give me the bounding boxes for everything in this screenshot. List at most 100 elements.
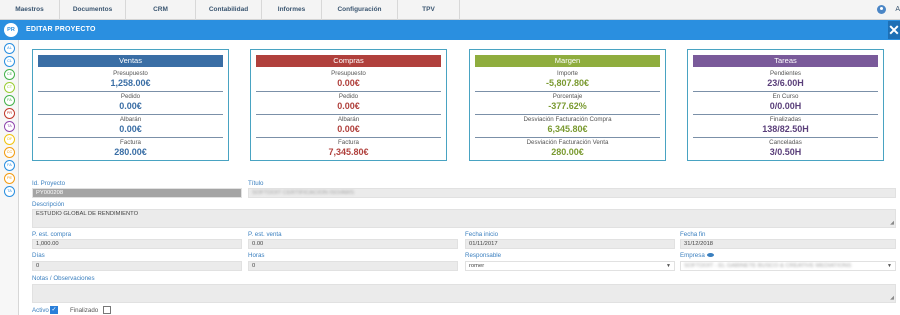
stat-value: 0/0.00H xyxy=(769,101,802,111)
card-stat: Desviación Facturación Compra 6,345.80€ xyxy=(475,115,660,138)
stat-value: 3/0.50H xyxy=(769,147,802,157)
card-stat: Factura 280.00€ xyxy=(38,138,223,161)
activo-checkbox[interactable]: ✓ xyxy=(50,306,58,314)
rail-shortcut-ta[interactable]: TA xyxy=(4,121,15,132)
notas-field[interactable]: ◢ xyxy=(32,284,896,303)
stat-label: Canceladas xyxy=(769,139,802,146)
p-venta-label: P. est. venta xyxy=(248,231,282,238)
card-stat: Pedido 0.00€ xyxy=(256,92,441,115)
card-title: Compras xyxy=(256,55,441,67)
p-compra-label: P. est. compra xyxy=(32,231,72,238)
left-shortcut-rail: AL CL CE CT FA PR TA OF CC FA PE TA xyxy=(0,40,19,315)
nav-item-informes[interactable]: Informes xyxy=(262,0,322,20)
card-stat: Desviación Facturación Venta 280.00€ xyxy=(475,138,660,161)
fecha-inicio-field[interactable]: 01/11/2017 xyxy=(465,239,675,249)
dias-field[interactable]: 0 xyxy=(32,261,242,271)
stat-value: -377.62% xyxy=(548,101,587,111)
stat-label: Albarán xyxy=(337,116,360,123)
p-compra-field[interactable]: 1,000.00 xyxy=(32,239,242,249)
stat-label: Pedido xyxy=(338,93,359,100)
rail-shortcut-fa[interactable]: FA xyxy=(4,160,15,171)
nav-item-documentos[interactable]: Documentos xyxy=(60,0,126,20)
horas-field[interactable]: 0 xyxy=(248,261,458,271)
rail-shortcut-al[interactable]: AL xyxy=(4,43,15,54)
finalizado-checkbox[interactable] xyxy=(103,306,111,314)
card-title: Ventas xyxy=(38,55,223,67)
stat-label: Presupuesto xyxy=(113,70,148,77)
stat-value: 0.00€ xyxy=(337,78,360,88)
horas-label: Horas xyxy=(248,252,265,259)
card-stat: Pendientes 23/6.00H xyxy=(693,69,878,92)
card-stat: Presupuesto 1,258.00€ xyxy=(38,69,223,92)
responsable-select[interactable]: romer ▼ xyxy=(465,261,675,271)
eye-icon[interactable] xyxy=(706,253,714,258)
module-badge: PR xyxy=(4,23,18,37)
id-field: PY000208 xyxy=(32,188,242,198)
chevron-down-icon: ▼ xyxy=(666,263,671,269)
stat-value: 138/82.50H xyxy=(762,124,809,134)
stat-label: Pedido xyxy=(120,93,141,100)
card-stat: Albarán 0.00€ xyxy=(256,115,441,138)
stat-label: Pendientes xyxy=(770,70,801,77)
edit-project-panel: Ventas Presupuesto 1,258.00€ Pedido 0.00€ Alb… xyxy=(19,40,900,315)
stat-value: 6,345.80€ xyxy=(547,124,588,134)
rail-shortcut-cl[interactable]: CL xyxy=(4,56,15,67)
stat-value: 280.00€ xyxy=(114,147,147,157)
window-title-bar: PR EDITAR PROYECTO ✕ xyxy=(0,20,900,40)
nav-extra-letter[interactable]: A xyxy=(895,6,900,13)
stat-label: Porcentaje xyxy=(552,93,583,100)
nav-item-configuración[interactable]: Configuración xyxy=(322,0,398,20)
description-field[interactable]: ESTUDIO GLOBAL DE RENDIMIENTO ◢ xyxy=(32,209,896,228)
rail-shortcut-ct[interactable]: CT xyxy=(4,82,15,93)
close-icon[interactable]: ✕ xyxy=(888,21,900,39)
stat-label: Importe xyxy=(557,70,578,77)
rail-shortcut-ce[interactable]: CE xyxy=(4,69,15,80)
card-title: Margen xyxy=(475,55,660,67)
stat-value: 7,345.80€ xyxy=(328,147,369,157)
rail-shortcut-fa[interactable]: FA xyxy=(4,95,15,106)
rail-shortcut-of[interactable]: OF xyxy=(4,134,15,145)
stat-label: Albarán xyxy=(119,116,142,123)
top-navigation: Maestros Documentos CRM Contabilidad Informe… xyxy=(0,0,900,20)
nav-item-crm[interactable]: CRM xyxy=(126,0,196,20)
title-field[interactable]: SOFTDOIT CERTIFICACION ISO/AWS xyxy=(248,188,896,198)
card-stat: Porcentaje -377.62% xyxy=(475,92,660,115)
stat-value: 0.00€ xyxy=(119,124,142,134)
rail-shortcut-cc[interactable]: CC xyxy=(4,147,15,158)
activo-label: Activo xyxy=(32,307,49,314)
summary-card-margen: Margen Importe -5,807.80€ Porcentaje -377.62… xyxy=(469,49,666,161)
stat-label: Desviación Facturación Compra xyxy=(523,116,612,123)
empresa-select[interactable]: SOFTDOIT - EL GABINETE BUSCO & CREATIVE … xyxy=(680,261,896,271)
title-label: Título xyxy=(248,180,264,187)
rail-shortcut-pe[interactable]: PE xyxy=(4,173,15,184)
stat-value: 0.00€ xyxy=(337,101,360,111)
chevron-down-icon: ▼ xyxy=(887,263,892,269)
finalizado-label: Finalizado xyxy=(70,307,99,314)
p-venta-field[interactable]: 0.00 xyxy=(248,239,458,249)
nav-item-contabilidad[interactable]: Contabilidad xyxy=(196,0,262,20)
stat-value: -5,807.80€ xyxy=(545,78,590,88)
stat-label: Factura xyxy=(338,139,359,146)
rail-shortcut-pr[interactable]: PR xyxy=(4,108,15,119)
rail-shortcut-ta[interactable]: TA xyxy=(4,186,15,197)
card-stat: Importe -5,807.80€ xyxy=(475,69,660,92)
card-stat: Factura 7,345.80€ xyxy=(256,138,441,161)
user-icon[interactable] xyxy=(877,5,886,14)
stat-value: 1,258.00€ xyxy=(110,78,151,88)
fecha-fin-field[interactable]: 31/12/2018 xyxy=(680,239,896,249)
fecha-fin-label: Fecha fin xyxy=(680,231,706,238)
card-stat: Presupuesto 0.00€ xyxy=(256,69,441,92)
summary-card-compras: Compras Presupuesto 0.00€ Pedido 0.00€ Albará… xyxy=(250,49,447,161)
summary-card-tareas: Tareas Pendientes 23/6.00H En Curso 0/0.00H F… xyxy=(687,49,884,161)
card-title: Tareas xyxy=(693,55,878,67)
nav-item-tpv[interactable]: TPV xyxy=(398,0,460,20)
stat-label: En Curso xyxy=(772,93,799,100)
stat-label: Factura xyxy=(120,139,141,146)
card-stat: Pedido 0.00€ xyxy=(38,92,223,115)
nav-item-maestros[interactable]: Maestros xyxy=(0,0,60,20)
id-label: Id. Proyecto xyxy=(32,180,66,187)
summary-card-ventas: Ventas Presupuesto 1,258.00€ Pedido 0.00€ Alb… xyxy=(32,49,229,161)
card-stat: Albarán 0.00€ xyxy=(38,115,223,138)
stat-value: 0.00€ xyxy=(119,101,142,111)
notas-label: Notas / Observaciones xyxy=(32,275,95,282)
